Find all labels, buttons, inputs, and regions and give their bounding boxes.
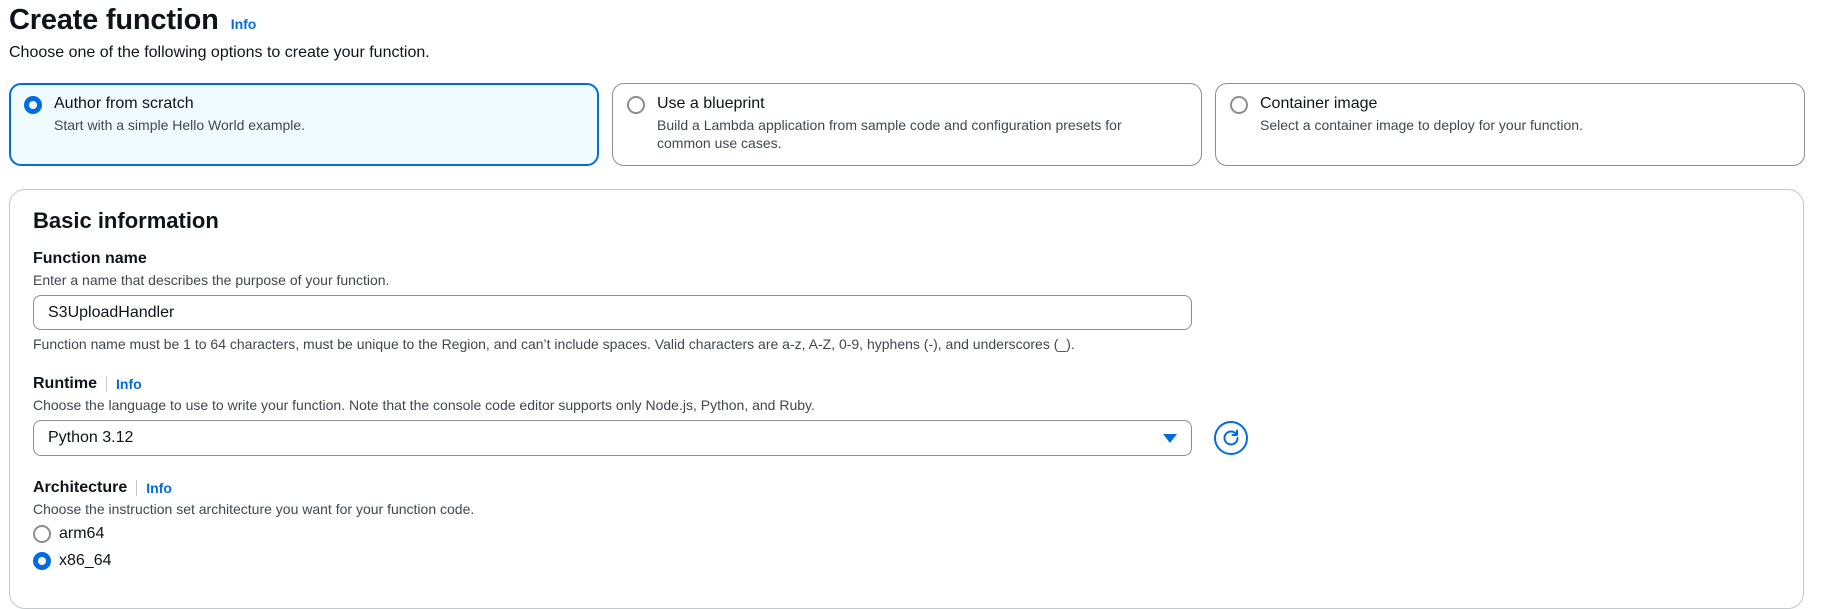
runtime-value: Python 3.12 — [48, 429, 134, 446]
option-title: Author from scratch — [54, 95, 194, 112]
option-description: Build a Lambda application from sample c… — [657, 117, 1122, 151]
runtime-select[interactable]: Python 3.12 — [33, 420, 1192, 456]
runtime-info-link[interactable]: Info — [116, 376, 142, 392]
radio-label: x86_64 — [59, 552, 112, 569]
caret-down-icon — [1163, 433, 1177, 443]
radio-x86-64[interactable] — [33, 552, 51, 570]
radio-arm64[interactable] — [33, 525, 51, 543]
function-name-constraint: Function name must be 1 to 64 characters… — [33, 336, 1075, 352]
refresh-icon — [1223, 429, 1239, 446]
function-name-field: Function name Enter a name that describe… — [33, 250, 1192, 352]
option-description: Select a container image to deploy for y… — [1260, 117, 1583, 133]
architecture-radio-group: arm64 x86_64 — [33, 525, 474, 570]
function-name-description: Enter a name that describes the purpose … — [33, 272, 390, 288]
page-subtitle: Choose one of the following options to c… — [9, 44, 430, 61]
option-title: Container image — [1260, 95, 1378, 112]
architecture-label: Architecture — [33, 479, 128, 496]
basic-information-heading: Basic information — [33, 208, 219, 233]
runtime-label: Runtime — [33, 375, 97, 392]
radio-label: arm64 — [59, 525, 105, 542]
title-info-link[interactable]: Info — [231, 16, 257, 32]
option-use-a-blueprint[interactable]: Use a blueprint Build a Lambda applicati… — [612, 83, 1202, 166]
architecture-info-link[interactable]: Info — [146, 480, 172, 496]
option-container-image[interactable]: Container image Select a container image… — [1215, 83, 1805, 166]
architecture-option-arm64[interactable]: arm64 — [33, 525, 474, 543]
option-title: Use a blueprint — [657, 95, 765, 112]
label-divider — [106, 376, 107, 392]
function-name-label: Function name — [33, 250, 147, 267]
option-description: Start with a simple Hello World example. — [54, 117, 306, 133]
refresh-runtime-button[interactable] — [1214, 421, 1248, 455]
option-author-from-scratch[interactable]: Author from scratch Start with a simple … — [9, 83, 599, 166]
runtime-field: Runtime Info Choose the language to use … — [33, 375, 1248, 456]
create-function-page: Create function Info Choose one of the f… — [0, 0, 1824, 609]
function-name-value: S3UploadHandler — [48, 303, 175, 321]
radio-container-image[interactable] — [1230, 96, 1248, 114]
architecture-description: Choose the instruction set architecture … — [33, 501, 475, 517]
architecture-option-x86-64[interactable]: x86_64 — [33, 552, 474, 570]
page-title: Create function — [9, 4, 219, 36]
radio-use-a-blueprint[interactable] — [627, 96, 645, 114]
label-divider — [136, 480, 138, 496]
creation-options: Author from scratch Start with a simple … — [9, 83, 1805, 166]
radio-author-from-scratch[interactable] — [24, 96, 42, 114]
page-header: Create function Info — [9, 2, 256, 38]
architecture-field: Architecture Info Choose the instruction… — [33, 479, 474, 570]
function-name-input[interactable]: S3UploadHandler — [33, 295, 1192, 330]
basic-information-panel: Basic information Function name Enter a … — [9, 189, 1804, 609]
runtime-description: Choose the language to use to write your… — [33, 397, 815, 413]
